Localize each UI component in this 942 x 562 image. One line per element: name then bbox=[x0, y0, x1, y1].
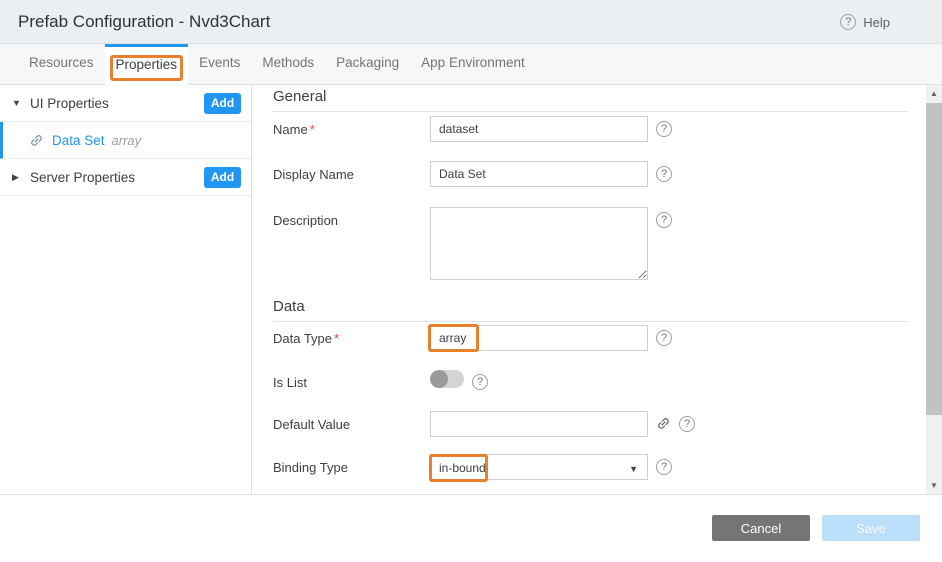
server-properties-label: Server Properties bbox=[30, 170, 135, 185]
default-value-field-row: Default Value ? bbox=[273, 411, 695, 437]
help-label: Help bbox=[863, 15, 890, 30]
description-textarea[interactable] bbox=[430, 207, 648, 280]
dataset-item-label: Data Set bbox=[52, 133, 105, 148]
section-data-heading: Data bbox=[273, 298, 908, 322]
chevron-down-icon: ▼ bbox=[12, 98, 26, 108]
tab-events[interactable]: Events bbox=[188, 44, 251, 85]
prefab-configuration-dialog: Prefab Configuration - Nvd3Chart ? Help … bbox=[0, 0, 942, 562]
tab-app-environment[interactable]: App Environment bbox=[410, 44, 536, 85]
scroll-up-icon[interactable]: ▲ bbox=[926, 86, 942, 102]
toggle-knob bbox=[430, 370, 448, 388]
name-input[interactable] bbox=[430, 116, 648, 142]
footer-divider bbox=[0, 494, 942, 495]
tab-bar: Resources Properties Events Methods Pack… bbox=[0, 44, 942, 85]
scrollbar-thumb[interactable] bbox=[926, 103, 942, 415]
binding-type-help-icon[interactable]: ? bbox=[656, 459, 672, 475]
form-scrollbar[interactable]: ▲ ▼ bbox=[926, 85, 942, 495]
tab-packaging[interactable]: Packaging bbox=[325, 44, 410, 85]
is-list-help-icon[interactable]: ? bbox=[472, 374, 488, 390]
name-label: Name* bbox=[273, 116, 430, 137]
server-properties-group[interactable]: ▶ Server Properties Add bbox=[0, 159, 251, 196]
property-form: General Name* ? Display Name ? Descripti… bbox=[252, 85, 942, 495]
tab-resources[interactable]: Resources bbox=[18, 44, 105, 85]
is-list-field-row: Is List ? bbox=[273, 369, 488, 390]
default-value-input[interactable] bbox=[430, 411, 648, 437]
data-type-help-icon[interactable]: ? bbox=[656, 330, 672, 346]
display-name-input-wrap bbox=[430, 161, 648, 187]
ui-properties-group[interactable]: ▼ UI Properties Add bbox=[0, 85, 251, 122]
required-asterisk: * bbox=[334, 331, 339, 346]
save-button[interactable]: Save bbox=[822, 515, 920, 541]
description-help-icon[interactable]: ? bbox=[656, 212, 672, 228]
data-type-input[interactable] bbox=[430, 325, 648, 351]
data-type-input-wrap bbox=[430, 325, 648, 351]
bind-link-icon[interactable] bbox=[656, 416, 671, 431]
default-value-label: Default Value bbox=[273, 411, 430, 432]
display-name-help-icon[interactable]: ? bbox=[656, 166, 672, 182]
page-title: Prefab Configuration - Nvd3Chart bbox=[18, 0, 270, 44]
section-general-heading: General bbox=[273, 88, 908, 112]
sidebar-item-dataset[interactable]: Data Set array bbox=[0, 122, 251, 159]
name-help-icon[interactable]: ? bbox=[656, 121, 672, 137]
is-list-toggle[interactable] bbox=[430, 370, 464, 388]
name-field-row: Name* ? bbox=[273, 116, 672, 142]
cancel-button[interactable]: Cancel bbox=[712, 515, 810, 541]
display-name-input[interactable] bbox=[430, 161, 648, 187]
data-type-field-row: Data Type* ? bbox=[273, 325, 672, 351]
tab-properties[interactable]: Properties bbox=[105, 44, 189, 86]
default-value-help-icon[interactable]: ? bbox=[679, 416, 695, 432]
description-label: Description bbox=[273, 207, 430, 228]
binding-type-select[interactable]: in-bound ▼ bbox=[430, 454, 648, 480]
binding-type-value: in-bound bbox=[439, 461, 486, 475]
binding-type-field-row: Binding Type in-bound ▼ ? bbox=[273, 454, 672, 480]
dataset-item-type: array bbox=[112, 133, 142, 148]
data-type-label: Data Type* bbox=[273, 325, 430, 346]
help-circle-icon: ? bbox=[840, 14, 856, 30]
binding-type-label: Binding Type bbox=[273, 454, 430, 475]
dialog-header: Prefab Configuration - Nvd3Chart ? Help bbox=[0, 0, 942, 44]
default-value-input-wrap bbox=[430, 411, 648, 437]
ui-properties-label: UI Properties bbox=[30, 96, 109, 111]
add-server-property-button[interactable]: Add bbox=[204, 167, 241, 188]
display-name-field-row: Display Name ? bbox=[273, 161, 672, 187]
chevron-right-icon: ▶ bbox=[12, 172, 26, 183]
tab-properties-label: Properties bbox=[116, 57, 178, 72]
description-field-row: Description ? bbox=[273, 207, 672, 285]
required-asterisk: * bbox=[310, 122, 315, 137]
tab-methods[interactable]: Methods bbox=[251, 44, 325, 85]
display-name-label: Display Name bbox=[273, 161, 430, 182]
description-input-wrap bbox=[430, 207, 648, 285]
scroll-down-icon[interactable]: ▼ bbox=[926, 478, 942, 494]
dropdown-arrow-icon: ▼ bbox=[629, 464, 638, 474]
help-button[interactable]: ? Help bbox=[840, 14, 890, 30]
link-icon bbox=[29, 133, 44, 148]
properties-sidebar: ▼ UI Properties Add Data Set array ▶ Ser… bbox=[0, 85, 252, 495]
name-input-wrap bbox=[430, 116, 648, 142]
is-list-label: Is List bbox=[273, 369, 430, 390]
add-ui-property-button[interactable]: Add bbox=[204, 93, 241, 114]
